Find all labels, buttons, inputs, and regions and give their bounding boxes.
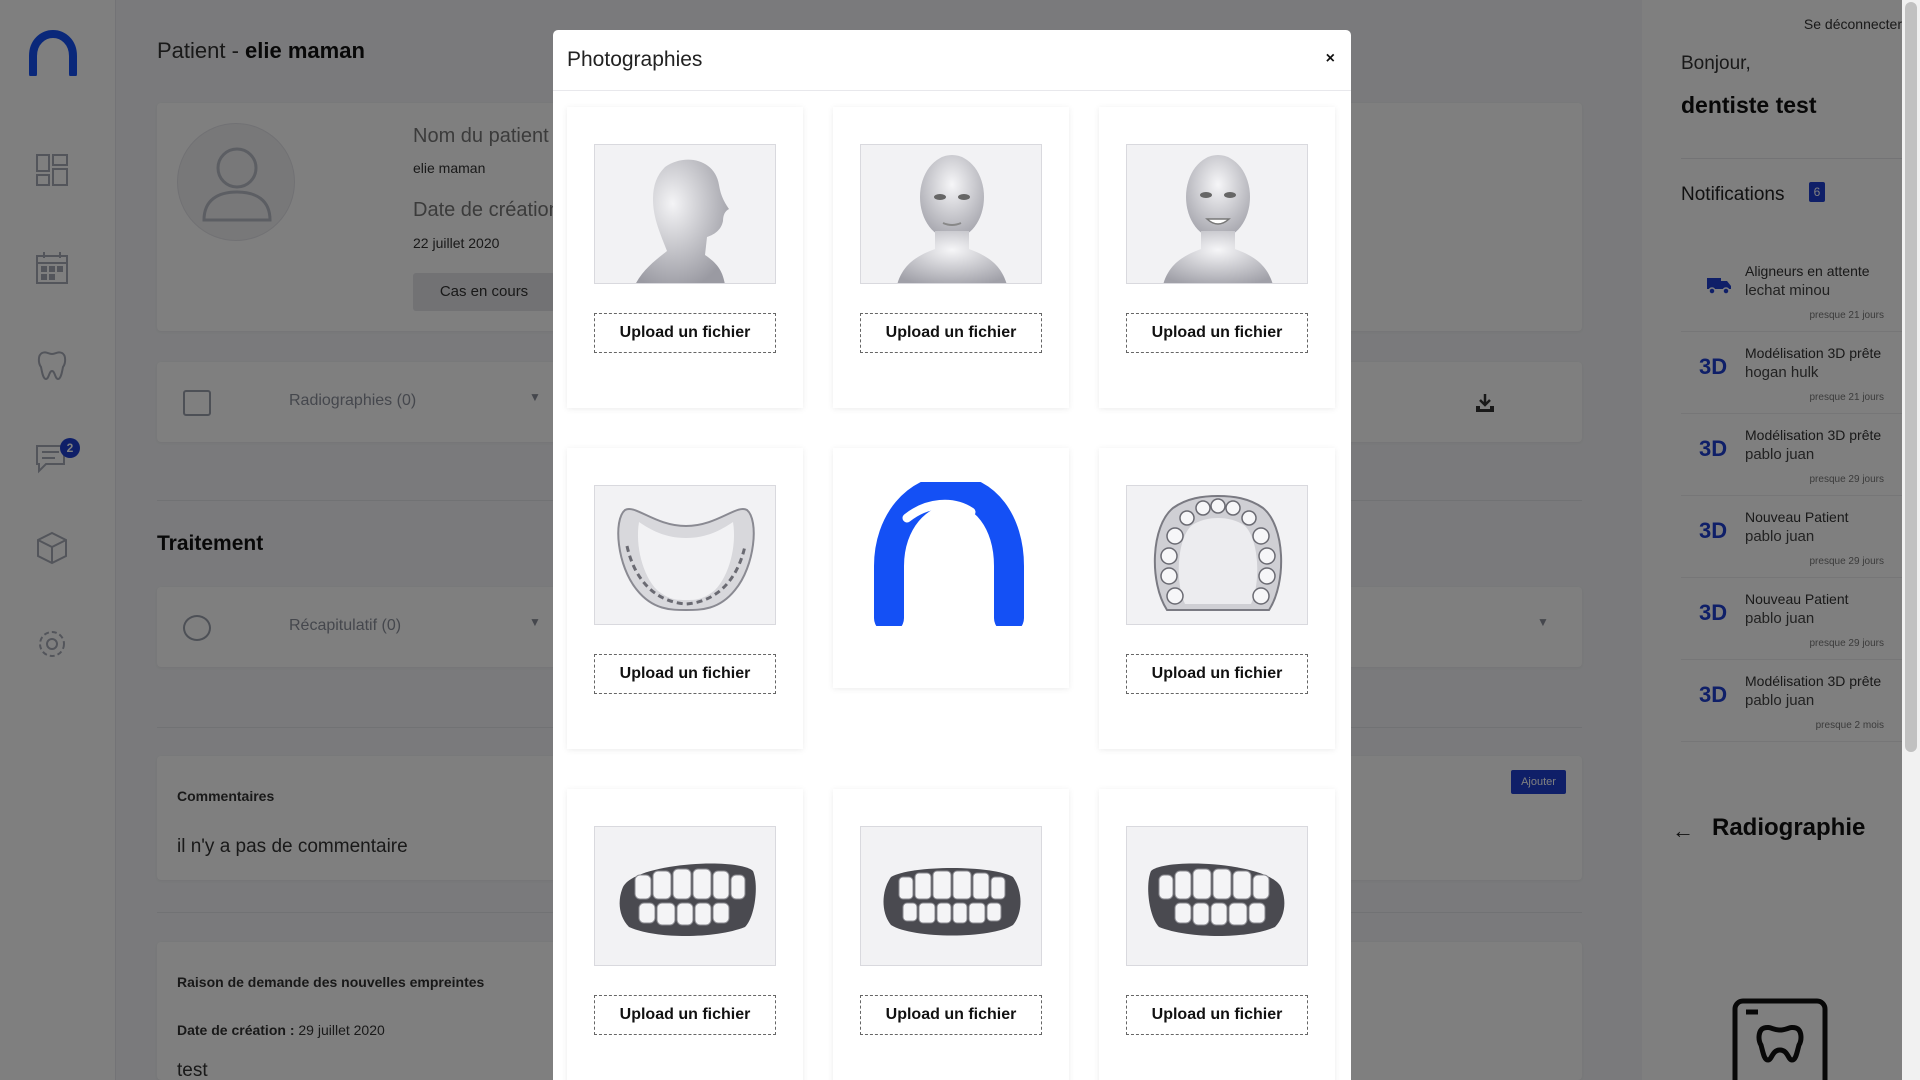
photo-slot-profile: Upload un fichier xyxy=(567,107,803,408)
photo-slot-teeth-front: Upload un fichier xyxy=(833,789,1069,1080)
scrollbar-thumb[interactable] xyxy=(1905,2,1917,752)
teeth-right-image xyxy=(619,863,756,936)
upload-button[interactable]: Upload un fichier xyxy=(594,654,776,694)
photo-frame xyxy=(860,826,1042,966)
lower-arch-image xyxy=(617,507,755,612)
modal-title: Photographies xyxy=(567,48,703,71)
photo-slot-upper-arch: Upload un fichier xyxy=(1099,448,1335,749)
teeth-left-image xyxy=(1148,863,1285,936)
brand-logo-icon xyxy=(874,482,1024,626)
photo-frame xyxy=(594,826,776,966)
photographies-modal: Photographies × Upload un fichier Upload… xyxy=(553,30,1351,1080)
close-icon[interactable]: × xyxy=(1326,50,1335,68)
face-profile-image xyxy=(636,159,729,283)
photo-frame xyxy=(594,485,776,625)
photo-slot-front: Upload un fichier xyxy=(833,107,1069,408)
upload-button[interactable]: Upload un fichier xyxy=(594,313,776,353)
teeth-front-image xyxy=(883,868,1021,936)
photo-slot-logo xyxy=(833,448,1069,688)
face-front-image xyxy=(897,155,1007,283)
photo-slot-teeth-left: Upload un fichier xyxy=(1099,789,1335,1080)
photo-frame xyxy=(860,144,1042,284)
photo-frame xyxy=(1126,144,1308,284)
photo-slot-smile: Upload un fichier xyxy=(1099,107,1335,408)
face-smile-image xyxy=(1163,155,1273,283)
photo-slot-teeth-right: Upload un fichier xyxy=(567,789,803,1080)
upload-button[interactable]: Upload un fichier xyxy=(1126,313,1308,353)
upload-button[interactable]: Upload un fichier xyxy=(860,313,1042,353)
photo-slot-lower-arch: Upload un fichier xyxy=(567,448,803,749)
upper-arch-image xyxy=(1153,494,1283,611)
upload-button[interactable]: Upload un fichier xyxy=(594,995,776,1035)
page-scrollbar[interactable] xyxy=(1902,0,1920,1080)
modal-header: Photographies × xyxy=(553,30,1351,91)
upload-button[interactable]: Upload un fichier xyxy=(860,995,1042,1035)
photo-frame xyxy=(1126,485,1308,625)
photo-frame xyxy=(1126,826,1308,966)
upload-button[interactable]: Upload un fichier xyxy=(1126,995,1308,1035)
upload-button[interactable]: Upload un fichier xyxy=(1126,654,1308,694)
photo-frame xyxy=(594,144,776,284)
